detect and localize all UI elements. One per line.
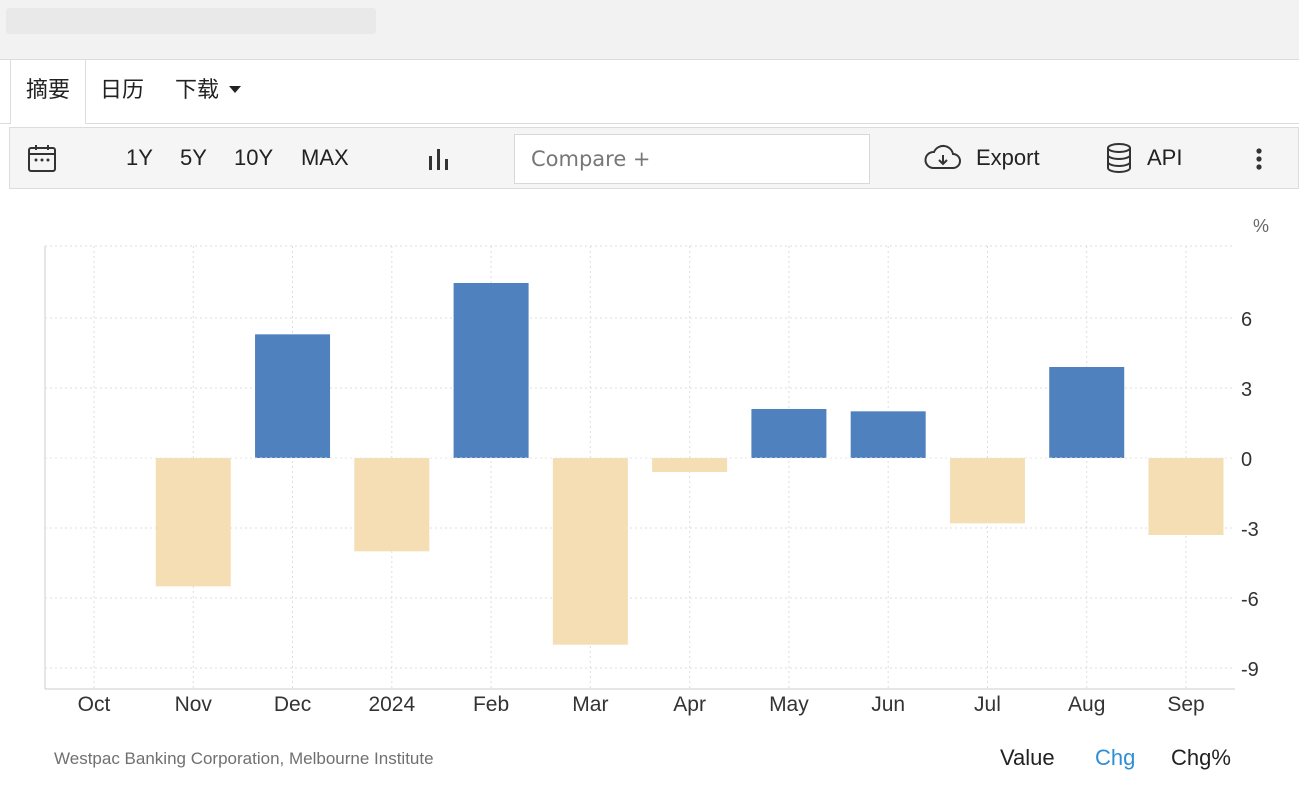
bar <box>1148 458 1224 535</box>
bar <box>453 283 529 458</box>
y-tick-label: -9 <box>1241 659 1259 681</box>
bar <box>850 411 926 458</box>
database-icon[interactable] <box>1106 142 1132 174</box>
x-tick-label: Dec <box>274 693 311 716</box>
tab-summary[interactable]: 摘要 <box>10 60 86 124</box>
bar <box>255 334 331 458</box>
mode-chg-pct[interactable]: Chg% <box>1171 745 1231 771</box>
tab-download[interactable]: 下载 <box>175 60 242 123</box>
bar <box>751 409 827 458</box>
x-tick-label: 2024 <box>368 693 415 716</box>
y-tick-label: 3 <box>1241 379 1252 401</box>
bar <box>949 458 1025 524</box>
bar-chart: 6 3 0 -3 -6 -9% Oct Nov Dec 2024 Feb Mar Apr May Jun Ju… <box>44 216 1269 716</box>
cloud-download-icon[interactable] <box>924 144 962 172</box>
browser-top-bar <box>0 0 1299 60</box>
x-tick-label: Jun <box>871 693 905 716</box>
bar <box>1049 367 1125 458</box>
y-unit-label: % <box>1253 216 1269 236</box>
x-tick-label: May <box>769 693 809 716</box>
x-tick-label: Aug <box>1068 693 1105 716</box>
y-tick-label: -6 <box>1241 589 1259 611</box>
x-tick-label: Nov <box>175 693 213 716</box>
x-tick-label: Feb <box>473 693 509 716</box>
calendar-icon[interactable] <box>27 143 57 173</box>
more-vertical-icon[interactable] <box>1255 147 1263 171</box>
y-tick-label: 0 <box>1241 449 1252 471</box>
bar-chart-icon[interactable] <box>427 147 451 171</box>
tab-download-label: 下载 <box>175 78 220 103</box>
export-button[interactable]: Export <box>976 128 1040 188</box>
x-tick-label: Sep <box>1167 693 1204 716</box>
range-max[interactable]: MAX <box>301 128 349 188</box>
range-5y[interactable]: 5Y <box>180 128 207 188</box>
y-tick-label: 6 <box>1241 309 1252 331</box>
range-10y[interactable]: 10Y <box>234 128 273 188</box>
bar <box>155 458 231 587</box>
mode-chg[interactable]: Chg <box>1095 745 1135 771</box>
mode-value[interactable]: Value <box>1000 745 1055 771</box>
chevron-down-icon <box>229 85 242 93</box>
bar <box>652 458 728 472</box>
tab-calendar[interactable]: 日历 <box>100 60 144 123</box>
chart-toolbar: 1Y 5Y 10Y MAX Compare + Export API <box>9 127 1299 189</box>
bar <box>354 458 430 552</box>
x-tick-label: Mar <box>572 693 608 716</box>
compare-input[interactable]: Compare + <box>514 134 870 184</box>
blurred-title <box>6 8 376 34</box>
source-text: Westpac Banking Corporation, Melbourne I… <box>54 749 434 768</box>
x-tick-label: Jul <box>974 693 1001 716</box>
api-button[interactable]: API <box>1147 128 1182 188</box>
tab-bar: 摘要 日历 下载 <box>0 60 1299 124</box>
range-1y[interactable]: 1Y <box>126 128 153 188</box>
x-tick-label: Oct <box>78 693 111 716</box>
x-tick-label: Apr <box>673 693 706 716</box>
bar <box>552 458 628 645</box>
y-tick-label: -3 <box>1241 519 1259 541</box>
